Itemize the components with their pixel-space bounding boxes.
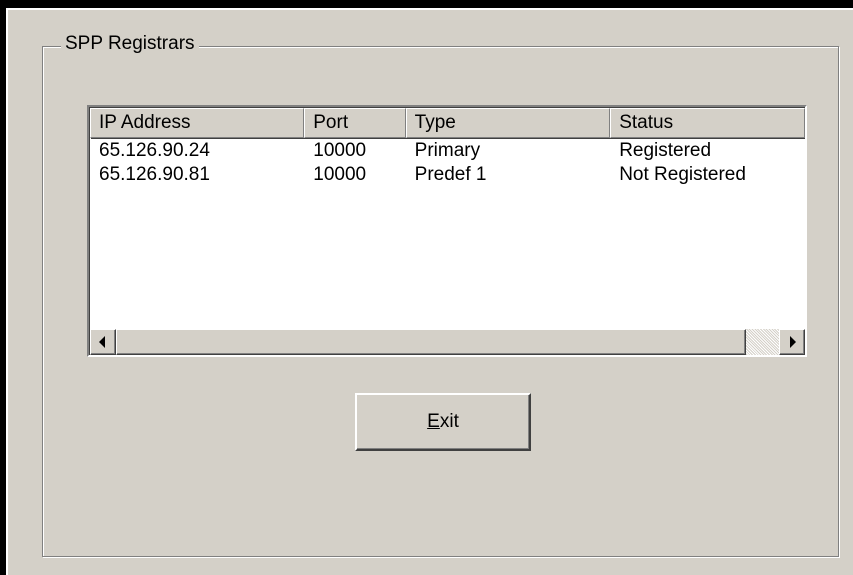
cell-status: Registered bbox=[619, 140, 712, 161]
column-header-status[interactable]: Status bbox=[610, 108, 805, 138]
cell-port: 10000 bbox=[313, 164, 367, 185]
column-header-ip-address[interactable]: IP Address bbox=[90, 108, 305, 138]
cell-status: Not Registered bbox=[619, 164, 746, 185]
column-header-port[interactable]: Port bbox=[304, 108, 406, 138]
arrow-left-icon bbox=[99, 336, 105, 348]
spp-registrars-group: SPP Registrars IP Address Port Type Stat… bbox=[42, 32, 839, 557]
list-header: IP Address Port Type Status bbox=[90, 108, 805, 138]
cell-port: 10000 bbox=[313, 140, 367, 161]
scroll-right-button[interactable] bbox=[779, 329, 805, 355]
cell-ip-address: 65.126.90.24 bbox=[99, 140, 210, 161]
scrollbar-thumb[interactable] bbox=[116, 329, 746, 355]
list-item[interactable]: 65.126.90.81 10000 Predef 1 Not Register… bbox=[90, 163, 805, 187]
cell-type: Predef 1 bbox=[414, 164, 487, 185]
scroll-left-button[interactable] bbox=[90, 329, 116, 355]
cell-type: Primary bbox=[414, 140, 481, 161]
registrars-list[interactable]: IP Address Port Type Status 65.126.90.24… bbox=[87, 105, 807, 357]
group-title: SPP Registrars bbox=[61, 32, 199, 56]
horizontal-scrollbar[interactable] bbox=[90, 329, 805, 355]
list-item[interactable]: 65.126.90.24 10000 Primary Registered bbox=[90, 139, 805, 163]
dialog-window: SPP Registrars IP Address Port Type Stat… bbox=[6, 8, 853, 575]
exit-mnemonic: E bbox=[427, 411, 440, 432]
cell-ip-address: 65.126.90.81 bbox=[99, 164, 210, 185]
exit-button[interactable]: Exit bbox=[355, 393, 531, 451]
exit-label: xit bbox=[439, 411, 459, 432]
arrow-right-icon bbox=[790, 336, 796, 348]
column-header-type[interactable]: Type bbox=[405, 108, 611, 138]
